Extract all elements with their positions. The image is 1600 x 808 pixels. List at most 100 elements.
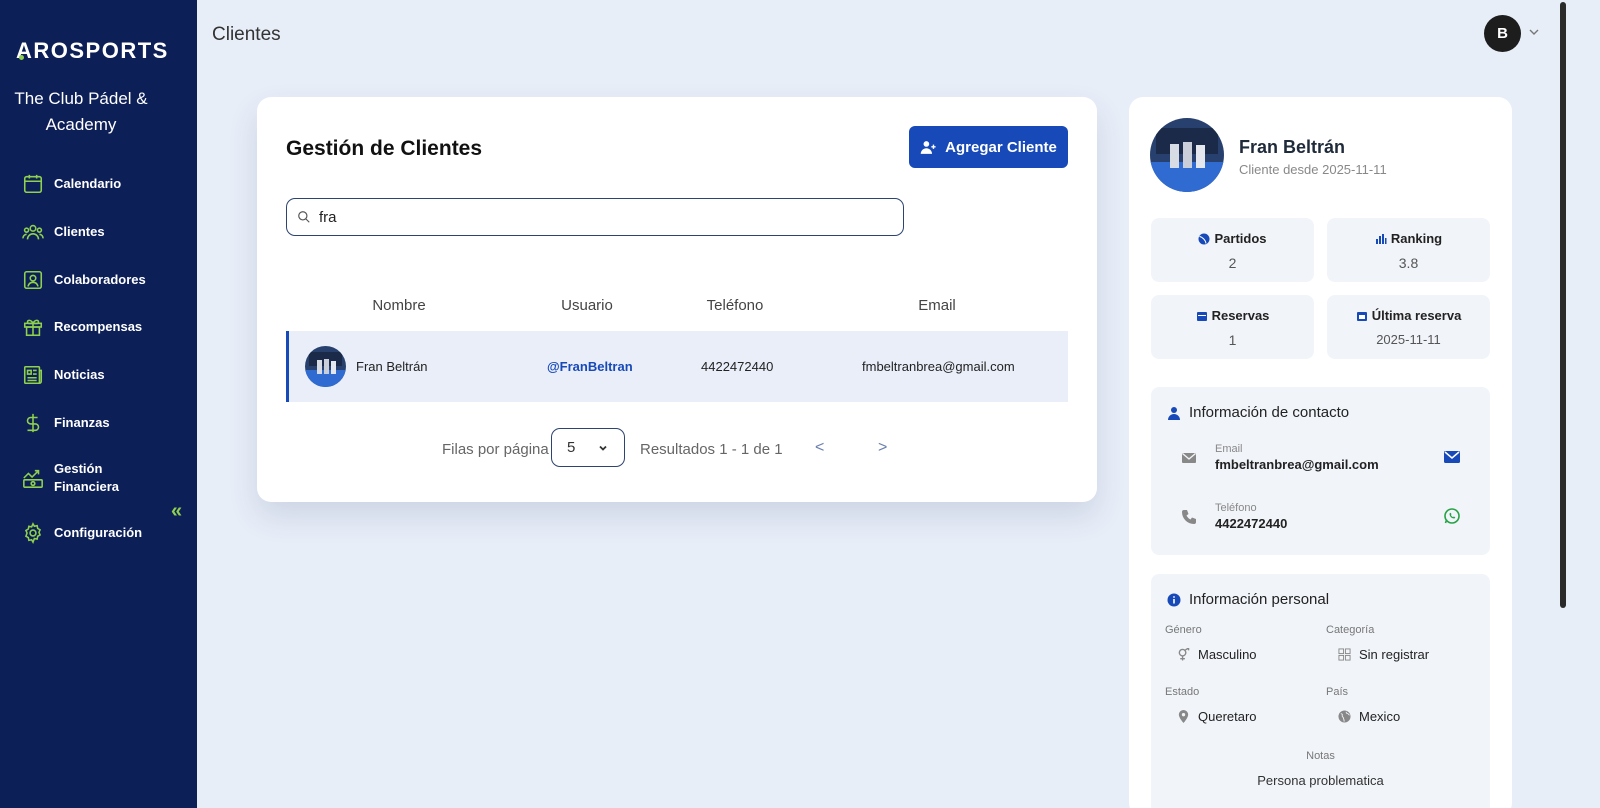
ball-icon (1198, 233, 1210, 244)
gear-icon (24, 522, 42, 544)
sidebar-item-label: Clientes (54, 224, 105, 239)
profile-name: Fran Beltrán (1239, 137, 1346, 157)
sidebar-item-label: Configuración (54, 525, 143, 540)
stat-value: 2 (1228, 255, 1237, 271)
chevron-down-icon[interactable] (1528, 26, 1540, 38)
country-value: Mexico (1338, 709, 1400, 724)
page-title: Clientes (212, 24, 281, 45)
phone-value: 4422472440 (1215, 516, 1288, 531)
sidebar-item-gestion-financiera[interactable]: Gestión Financiera (22, 460, 124, 496)
sidebar-item-label: Noticias (54, 367, 105, 382)
personal-info-box: Información personal Género Masculino Ca… (1151, 574, 1490, 808)
finance-chart-icon (23, 469, 43, 488)
dollar-icon (26, 413, 40, 433)
newspaper-icon (23, 365, 43, 385)
chevron-down-icon (599, 445, 607, 451)
sidebar-item-label: Calendario (54, 176, 122, 191)
calendar-icon (23, 174, 43, 194)
category-label: Categoría (1326, 624, 1375, 636)
search-input[interactable] (319, 208, 879, 226)
stat-label: Última reserva (1371, 308, 1462, 323)
column-header-telefono[interactable]: Teléfono (697, 297, 773, 314)
stat-value: 2025-11-11 (1376, 332, 1441, 347)
gift-icon (23, 319, 43, 337)
stat-ranking: Ranking 3.8 (1327, 218, 1490, 282)
stat-label: Reservas (1211, 308, 1270, 323)
sidebar-item-calendario[interactable]: Calendario (22, 173, 121, 195)
mail-icon (1182, 452, 1196, 463)
rows-per-page-value: 5 (567, 439, 576, 456)
app-logo[interactable]: AROSPORTS (16, 38, 169, 64)
grid-icon (1338, 648, 1351, 661)
state-value: Queretaro (1177, 709, 1257, 724)
email-value: fmbeltranbrea@gmail.com (1215, 457, 1379, 472)
gender-label: Género (1165, 624, 1202, 636)
calendar-icon (1196, 311, 1207, 321)
add-client-label: Agregar Cliente (945, 138, 1057, 156)
client-username[interactable]: @FranBeltran (547, 359, 633, 374)
notes-label: Notas (1306, 750, 1335, 762)
sidebar-item-label: Gestión Financiera (54, 461, 120, 494)
club-name: The Club Pádel & Academy (14, 89, 148, 134)
stat-label: Partidos (1214, 231, 1267, 246)
sidebar-item-configuracion[interactable]: Configuración (22, 522, 142, 544)
rows-per-page-select[interactable]: 5 (551, 428, 625, 467)
table-row[interactable]: Fran Beltrán @FranBeltran 4422472440 fmb… (286, 331, 1068, 402)
send-email-icon[interactable] (1443, 448, 1461, 466)
client-avatar (305, 346, 346, 387)
sidebar-item-label: Colaboradores (54, 272, 146, 287)
contact-info-box: Información de contacto Email fmbeltranb… (1151, 387, 1490, 555)
collapse-sidebar-button[interactable]: « (171, 500, 182, 523)
next-page-button[interactable]: > (878, 439, 887, 457)
contact-info-title: Información de contacto (1167, 404, 1349, 421)
sidebar-item-noticias[interactable]: Noticias (22, 364, 105, 386)
client-name: Fran Beltrán (356, 359, 428, 374)
phone-label: Teléfono (1215, 502, 1257, 514)
profile-since: Cliente desde 2025-11-11 (1239, 162, 1387, 177)
whatsapp-icon[interactable] (1443, 507, 1461, 525)
scrollbar-thumb[interactable] (1560, 2, 1566, 608)
category-value: Sin registrar (1338, 647, 1429, 662)
search-box (286, 198, 904, 236)
column-header-nombre[interactable]: Nombre (361, 297, 437, 314)
email-label: Email (1215, 443, 1243, 455)
stat-ultima-reserva: Última reserva 2025-11-11 (1327, 295, 1490, 359)
notes-value: Persona problematica (1257, 773, 1384, 788)
gender-value: Masculino (1177, 647, 1257, 662)
search-icon (298, 211, 310, 223)
state-label: Estado (1165, 686, 1200, 698)
globe-icon (1338, 710, 1351, 723)
results-count: Resultados 1 - 1 de 1 (640, 441, 783, 458)
personal-info-title: Información personal (1167, 591, 1329, 608)
logo-accent-dot (19, 55, 24, 60)
stat-label: Ranking (1390, 231, 1443, 246)
profile-avatar (1150, 118, 1224, 192)
sidebar-item-label: Recompensas (54, 319, 143, 334)
info-icon (1167, 593, 1181, 606)
user-icon (1168, 406, 1180, 420)
column-header-email[interactable]: Email (897, 297, 977, 314)
client-phone: 4422472440 (701, 359, 774, 374)
country-label: País (1326, 686, 1349, 698)
sidebar-item-colaboradores[interactable]: Colaboradores (22, 269, 146, 291)
id-badge-icon (23, 270, 43, 290)
stat-partidos: Partidos 2 (1151, 218, 1314, 282)
stat-value: 3.8 (1398, 255, 1419, 271)
sidebar-item-recompensas[interactable]: Recompensas (22, 316, 142, 338)
gender-icon (1178, 648, 1190, 661)
clients-card: Gestión de Clientes Agregar Cliente Nomb… (257, 97, 1097, 502)
sidebar: AROSPORTS The Club Pádel & Academy Calen… (0, 0, 197, 808)
prev-page-button[interactable]: < (815, 439, 824, 457)
sidebar-item-label: Finanzas (54, 415, 110, 430)
clients-title: Gestión de Clientes (286, 137, 483, 160)
user-avatar[interactable]: B (1484, 15, 1521, 52)
stat-value: 1 (1228, 332, 1237, 348)
location-pin-icon (1178, 710, 1189, 723)
stat-reservas: Reservas 1 (1151, 295, 1314, 359)
sidebar-item-finanzas[interactable]: Finanzas (22, 412, 110, 434)
client-profile-panel: Fran Beltrán Cliente desde 2025-11-11 Pa… (1129, 97, 1512, 808)
add-client-button[interactable]: Agregar Cliente (909, 126, 1068, 168)
client-email: fmbeltranbrea@gmail.com (862, 359, 1015, 374)
sidebar-item-clientes[interactable]: Clientes (22, 221, 105, 243)
column-header-usuario[interactable]: Usuario (547, 297, 627, 314)
